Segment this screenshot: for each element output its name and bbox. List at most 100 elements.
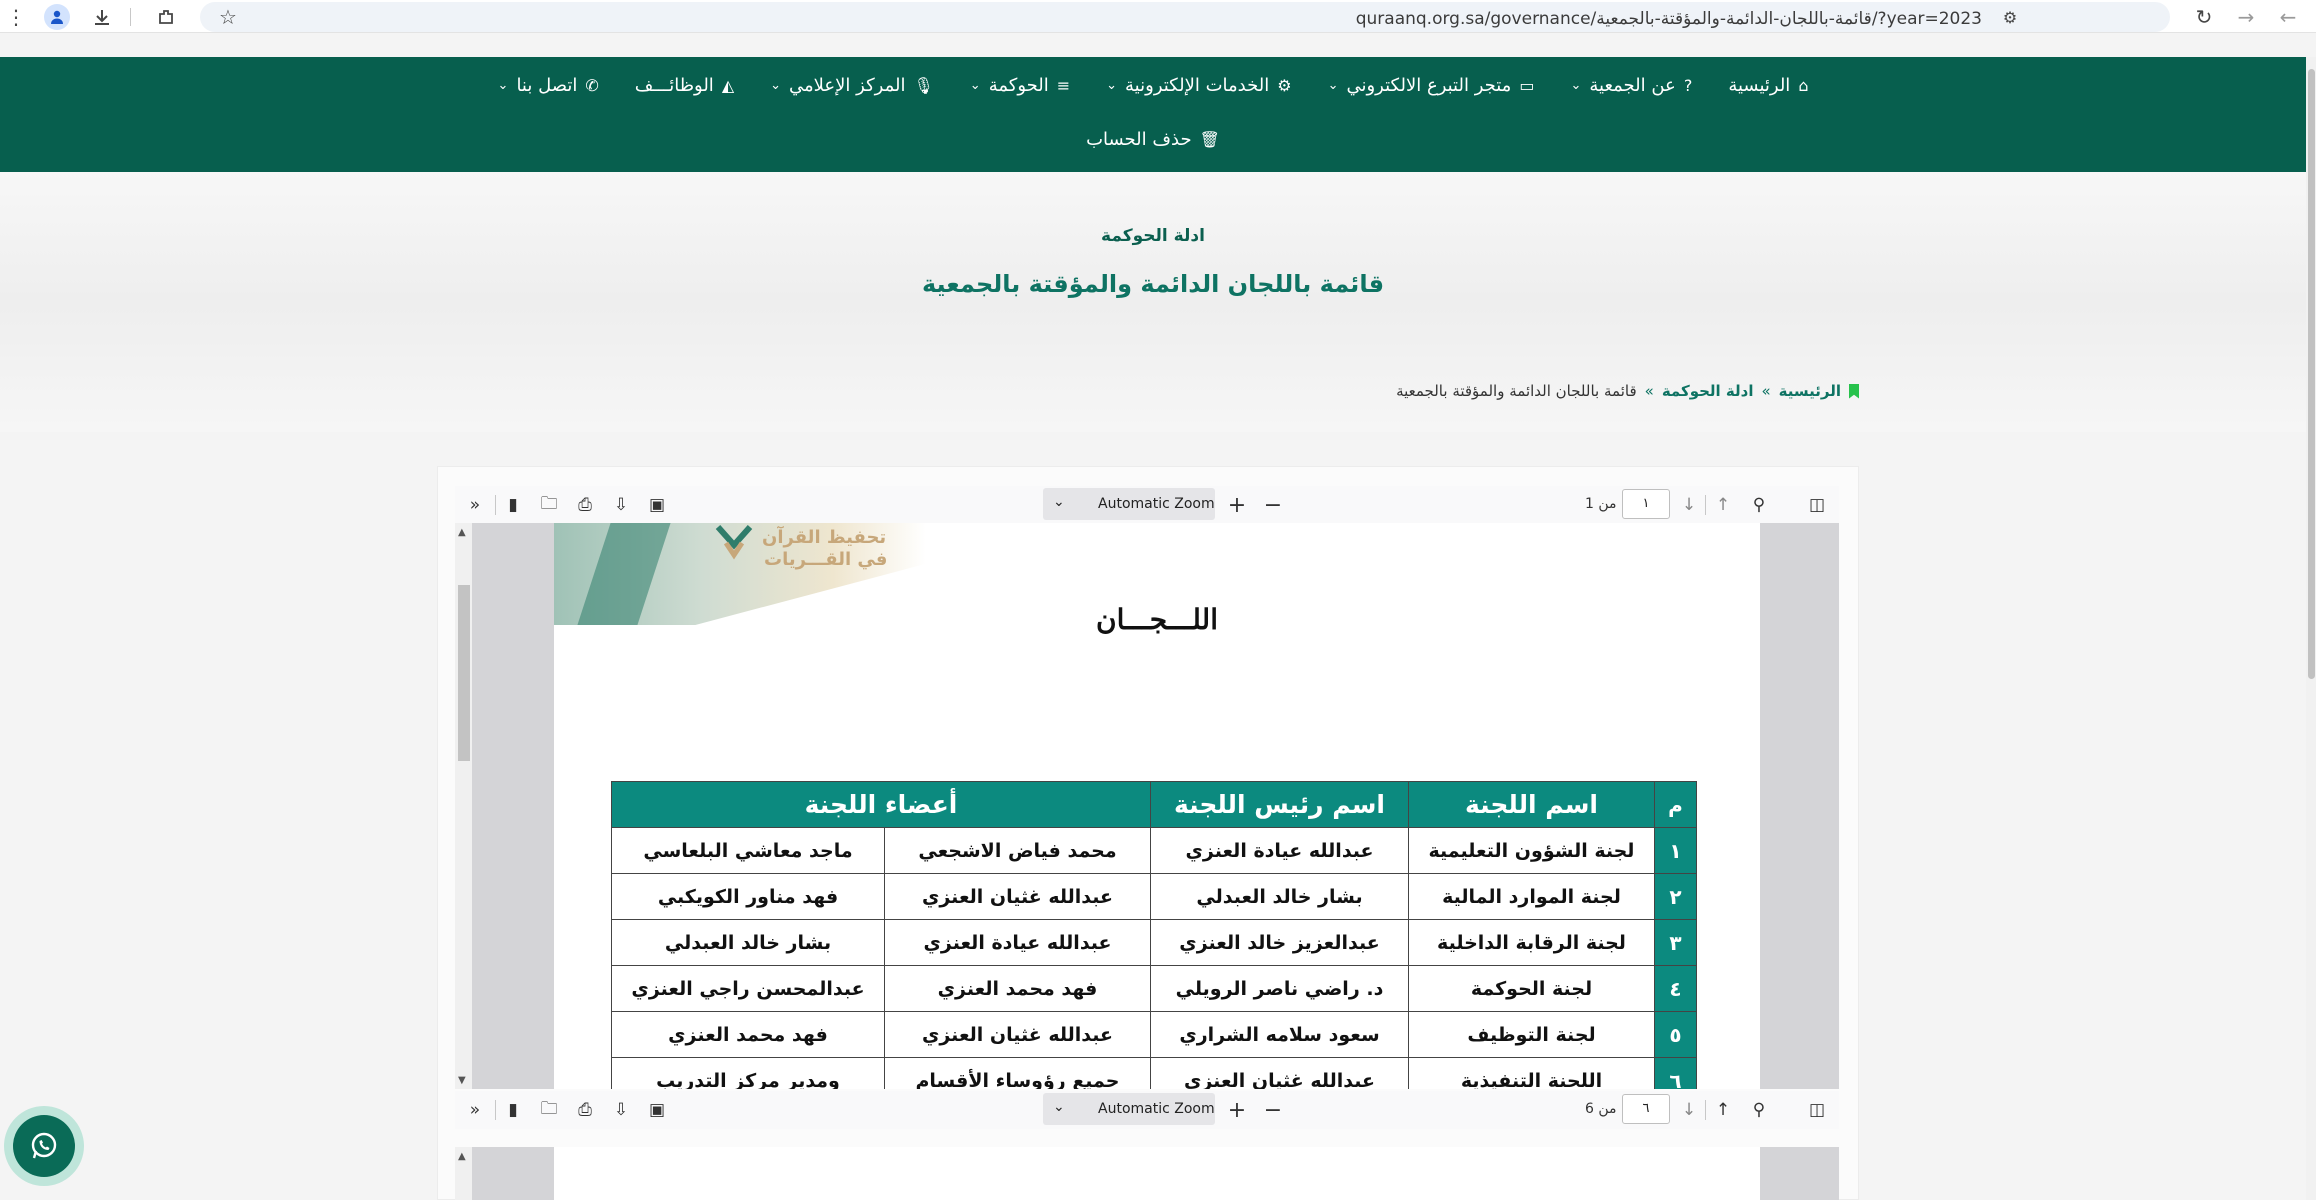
nav-label: الخدمات الإلكترونية [1125,75,1270,96]
pdf-scrollbar[interactable]: ▲ [455,1147,472,1200]
nav-item-e-services[interactable]: ⚙ الخدمات الإلكترونية ⌄ [1106,75,1291,96]
cell-member: فهد مناور الكويكبي [611,873,885,920]
cell-member: ماجد معاشي البلعاسي [611,827,885,874]
nav-item-contact[interactable]: ✆ اتصل بنا ⌄ [498,75,599,96]
menu-kebab-icon[interactable]: ⋮ [2,3,30,31]
pdf-scrollbar-thumb[interactable] [458,585,470,761]
print-icon[interactable]: ⎙ [573,1098,597,1122]
nav-label: متجر التبرع الالكتروني [1346,75,1512,96]
page-number-input[interactable]: ٦ [1622,1094,1670,1124]
download-icon[interactable]: ⇩ [609,493,633,517]
scroll-down-icon[interactable]: ▼ [458,1075,466,1086]
open-file-icon[interactable]: 🗀 [537,1098,561,1122]
previous-page-icon[interactable]: ↑ [1711,1098,1735,1122]
nav-item-donation-store[interactable]: ▭ متجر التبرع الالكتروني ⌄ [1328,75,1535,96]
download-icon[interactable] [88,3,116,31]
search-icon[interactable]: ⚲ [1747,493,1771,517]
cell-member: فهد محمد العنزي [884,965,1151,1012]
presentation-icon[interactable]: ▣ [645,493,669,517]
committees-table: م اسم اللجنة اسم رئيس اللجنة أعضاء اللجن… [611,781,1697,1089]
pdf-page-view-second[interactable]: ▲ [455,1147,1839,1200]
row-number: ٣ [1654,919,1697,966]
breadcrumb-separator: » [1761,382,1771,400]
presentation-icon[interactable]: ▣ [645,1098,669,1122]
reload-icon[interactable]: ↻ [2190,3,2218,31]
tools-menu-icon[interactable]: » [463,493,487,517]
nav-item-home[interactable]: ⌂ الرئيسية [1728,75,1808,96]
next-page-icon[interactable]: ↓ [1677,493,1701,517]
zoom-out-icon[interactable]: − [1261,493,1285,518]
breadcrumb-section[interactable]: ادلة الحوكمة [1662,382,1754,400]
zoom-select[interactable]: ⌄ Automatic Zoom [1043,488,1215,520]
whatsapp-button[interactable] [4,1106,84,1186]
chevron-down-icon: ⌄ [1327,78,1339,93]
whatsapp-icon [31,1132,57,1159]
bookmark-star-icon[interactable]: ☆ [214,3,242,31]
url-text: quraanq.org.sa/governance/قائمة-باللجان-… [1355,9,1982,29]
page-number-input[interactable]: ١ [1622,489,1670,519]
address-bar[interactable]: ☆ quraanq.org.sa/governance/قائمة-باللجا… [200,2,2170,32]
print-icon[interactable]: ⎙ [573,493,597,517]
search-icon[interactable]: ⚲ [1747,1098,1771,1122]
bookmark-icon[interactable]: ▮ [501,493,525,517]
cell-committee: لجنة الرقابة الداخلية [1408,919,1655,966]
pdf-toolbar-second: » ▮ 🗀 ⎙ ⇩ ▣ ⌄ Automatic Zoom + − من 6 ٦ … [455,1091,1839,1129]
zoom-select[interactable]: ⌄ Automatic Zoom [1043,1093,1215,1125]
cell-committee: لجنة الشؤون التعليمية [1408,827,1655,874]
profile-avatar[interactable] [44,4,70,30]
next-page-icon[interactable]: ↓ [1677,1098,1701,1122]
download-icon[interactable]: ⇩ [609,1098,633,1122]
table-row: ٣ لجنة الرقابة الداخلية عبدالعزيز خالد ا… [611,919,1697,966]
chevron-down-icon: ⌄ [497,78,509,93]
cell-committee: لجنة الموارد المالية [1408,873,1655,920]
zoom-label: Automatic Zoom [1098,496,1215,512]
sidebar-toggle-icon[interactable]: ◫ [1805,493,1829,517]
cell-chair: عبدالعزيز خالد العنزي [1150,919,1409,966]
site-settings-icon[interactable]: ⚙ [1996,3,2024,31]
nav-item-media-center[interactable]: 🎙 المركز الإعلامي ⌄ [770,75,934,96]
open-file-icon[interactable]: 🗀 [537,493,561,517]
page-scrollbar-thumb[interactable] [2308,69,2315,679]
card-icon: ▭ [1519,76,1535,95]
pdf-page-view[interactable]: ▲ ▼ تحفيظ القرآن في القـــريات اللـــجــ… [455,523,1839,1089]
tools-menu-icon[interactable]: » [463,1098,487,1122]
zoom-in-icon[interactable]: + [1225,1098,1249,1123]
nav-item-delete-account[interactable]: 🗑 حذف الحساب [1086,129,1220,150]
page-hero: ادلة الحوكمة قائمة باللجان الدائمة والمؤ… [0,172,2306,432]
nav-label: اتصل بنا [516,75,578,96]
nav-label: الرئيسية [1728,75,1791,96]
extensions-icon[interactable] [152,3,180,31]
nav-item-governance[interactable]: ≡ الحوكمة ⌄ [970,75,1070,96]
pdf-page: تحفيظ القرآن في القـــريات اللـــجـــان … [554,523,1760,1089]
services-icon: ⚙ [1277,76,1292,95]
table-row: ٢ لجنة الموارد المالية بشار خالد العبدلي… [611,873,1697,920]
back-icon[interactable]: ← [2274,3,2302,31]
scroll-up-icon[interactable]: ▲ [458,527,466,538]
nav-item-jobs[interactable]: ◭ الوظائـــف [635,75,734,96]
list-icon: ≡ [1056,76,1071,95]
page-count-label: من 1 [1585,496,1617,512]
zoom-out-icon[interactable]: − [1261,1098,1285,1123]
breadcrumb-home[interactable]: الرئيسية [1779,382,1841,400]
nav-label: الحوكمة [988,75,1049,96]
hero-subtitle: ادلة الحوكمة [1101,226,1205,246]
chevron-down-icon: ⌄ [770,78,782,93]
nav-row-secondary: 🗑 حذف الحساب [0,129,2306,150]
zoom-in-icon[interactable]: + [1225,493,1249,518]
table-header-row: م اسم اللجنة اسم رئيس اللجنة أعضاء اللجن… [611,781,1697,828]
forward-icon[interactable]: → [2232,3,2260,31]
scroll-up-icon[interactable]: ▲ [458,1151,466,1162]
bookmark-icon[interactable]: ▮ [501,1098,525,1122]
page-scrollbar[interactable] [2306,57,2316,1200]
row-number: ٢ [1654,873,1697,920]
cell-member: عبدالله عيادة العنزي [884,919,1151,966]
cell-member: ومدير مركز التدريب [611,1057,885,1089]
trash-icon: 🗑 [1199,130,1220,149]
pdf-scrollbar[interactable]: ▲ ▼ [455,523,472,1089]
table-row: ٥ لجنة التوظيف سعود سلامه الشراري عبدالل… [611,1011,1697,1058]
nav-item-about[interactable]: ? عن الجمعية ⌄ [1570,75,1692,96]
cell-chair: بشار خالد العبدلي [1150,873,1409,920]
cell-committee: اللجنة التنفيذية [1408,1057,1655,1089]
sidebar-toggle-icon[interactable]: ◫ [1805,1098,1829,1122]
previous-page-icon[interactable]: ↑ [1711,493,1735,517]
